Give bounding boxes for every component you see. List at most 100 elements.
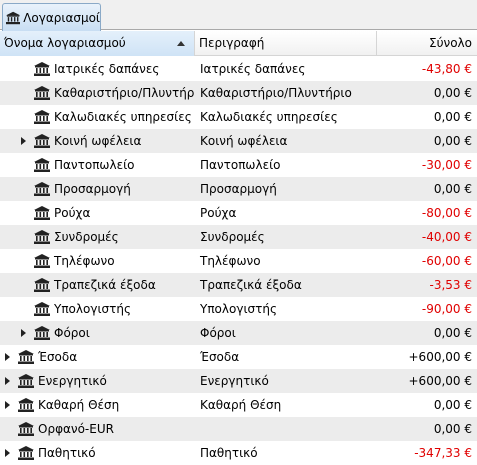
tab-accounts-label: Λογαριασμοί bbox=[23, 10, 100, 25]
bank-icon bbox=[34, 206, 50, 220]
account-row[interactable]: Προσαρμογή Προσαρμογή 0,00 € bbox=[0, 177, 477, 201]
account-description: Συνδρομές bbox=[200, 230, 265, 244]
tab-accounts[interactable]: Λογαριασμοί bbox=[2, 3, 101, 31]
account-row[interactable]: Παντοπωλείο Παντοπωλείο -30,00 € bbox=[0, 153, 477, 177]
account-name-cell: Τραπεζικά έξοδα bbox=[0, 273, 195, 297]
account-row[interactable]: Τραπεζικά έξοδα Τραπεζικά έξοδα -3,53 € bbox=[0, 273, 477, 297]
account-total: -40,00 € bbox=[421, 230, 472, 244]
column-header-name-label: Όνομα λογαριασμού bbox=[4, 36, 126, 50]
account-description: Καθαριστήριο/Πλυντήριο bbox=[200, 86, 352, 100]
account-total: 0,00 € bbox=[433, 182, 472, 196]
account-name: Τραπεζικά έξοδα bbox=[54, 278, 156, 292]
account-row[interactable]: Ορφανό-EUR 0,00 € bbox=[0, 417, 477, 441]
bank-icon bbox=[34, 230, 50, 244]
account-name: Φόροι bbox=[54, 326, 90, 340]
account-total: 0,00 € bbox=[433, 134, 472, 148]
account-total: -347,33 € bbox=[414, 446, 472, 460]
account-name-cell: Συνδρομές bbox=[0, 225, 195, 249]
account-row[interactable]: Παθητικό Παθητικό -347,33 € bbox=[0, 441, 477, 465]
account-total: -30,00 € bbox=[421, 158, 472, 172]
account-description: Παντοπωλείο bbox=[200, 158, 281, 172]
expand-arrow-icon[interactable] bbox=[5, 449, 10, 457]
account-name: Καθαρή Θέση bbox=[38, 398, 120, 412]
account-row[interactable]: Ιατρικές δαπάνες Ιατρικές δαπάνες -43,80… bbox=[0, 57, 477, 81]
account-description: Καθαρή Θέση bbox=[200, 398, 282, 412]
account-description: Τηλέφωνο bbox=[200, 254, 261, 268]
account-name-cell: Ιατρικές δαπάνες bbox=[0, 57, 195, 81]
bank-icon bbox=[18, 446, 34, 460]
expand-arrow-icon[interactable] bbox=[5, 401, 10, 409]
account-name: Συνδρομές bbox=[54, 230, 119, 244]
account-row[interactable]: Έσοδα Έσοδα +600,00 € bbox=[0, 345, 477, 369]
account-name-cell: Ρούχα bbox=[0, 201, 195, 225]
expand-arrow-icon[interactable] bbox=[5, 377, 10, 385]
account-name: Καθαριστήριο/Πλυντήριο bbox=[54, 86, 195, 100]
account-total: 0,00 € bbox=[433, 110, 472, 124]
bank-icon bbox=[18, 350, 34, 364]
tab-bar: Λογαριασμοί bbox=[0, 0, 477, 31]
account-description: Προσαρμογή bbox=[200, 182, 277, 196]
bank-icon bbox=[34, 158, 50, 172]
account-total: 0,00 € bbox=[433, 326, 472, 340]
account-name: Προσαρμογή bbox=[54, 182, 131, 196]
account-total: -43,80 € bbox=[421, 62, 472, 76]
bank-icon bbox=[34, 134, 50, 148]
bank-icon bbox=[34, 110, 50, 124]
account-name: Κοινή ωφέλεια bbox=[54, 134, 142, 148]
expand-arrow-icon[interactable] bbox=[21, 137, 26, 145]
account-description: Ρούχα bbox=[200, 206, 237, 220]
account-description: Ιατρικές δαπάνες bbox=[200, 62, 306, 76]
bank-icon bbox=[18, 422, 34, 436]
account-name: Υπολογιστής bbox=[54, 302, 131, 316]
account-name: Ρούχα bbox=[54, 206, 91, 220]
account-row[interactable]: Φόροι Φόροι 0,00 € bbox=[0, 321, 477, 345]
account-row[interactable]: Ενεργητικό Ενεργητικό +600,00 € bbox=[0, 369, 477, 393]
account-total: -3,53 € bbox=[429, 278, 473, 292]
column-header-name[interactable]: Όνομα λογαριασμού bbox=[0, 31, 195, 56]
account-total: +600,00 € bbox=[408, 374, 473, 388]
account-name: Παντοπωλείο bbox=[54, 158, 135, 172]
column-header-description[interactable]: Περιγραφή bbox=[195, 31, 377, 56]
account-row[interactable]: Καλωδιακές υπηρεσίες Καλωδιακές υπηρεσίε… bbox=[0, 105, 477, 129]
accounts-tree: Ιατρικές δαπάνες Ιατρικές δαπάνες -43,80… bbox=[0, 57, 477, 465]
account-row[interactable]: Ρούχα Ρούχα -80,00 € bbox=[0, 201, 477, 225]
account-total: -90,00 € bbox=[421, 302, 472, 316]
column-header-description-label: Περιγραφή bbox=[199, 36, 265, 50]
bank-icon bbox=[34, 302, 50, 316]
bank-icon bbox=[34, 326, 50, 340]
account-name-cell: Καθαρή Θέση bbox=[0, 393, 195, 417]
account-name: Ενεργητικό bbox=[38, 374, 107, 388]
account-name: Έσοδα bbox=[38, 350, 78, 364]
account-row[interactable]: Καθαριστήριο/Πλυντήριο Καθαριστήριο/Πλυν… bbox=[0, 81, 477, 105]
account-total: -80,00 € bbox=[421, 206, 472, 220]
account-row[interactable]: Υπολογιστής Υπολογιστής -90,00 € bbox=[0, 297, 477, 321]
account-row[interactable]: Καθαρή Θέση Καθαρή Θέση 0,00 € bbox=[0, 393, 477, 417]
account-name-cell: Καθαριστήριο/Πλυντήριο bbox=[0, 81, 195, 105]
bank-icon bbox=[34, 254, 50, 268]
bank-icon bbox=[18, 398, 34, 412]
column-header-row: Όνομα λογαριασμού Περιγραφή Σύνολο bbox=[0, 31, 477, 56]
account-total: -60,00 € bbox=[421, 254, 472, 268]
account-description: Τραπεζικά έξοδα bbox=[200, 278, 302, 292]
bank-icon bbox=[18, 374, 34, 388]
account-row[interactable]: Κοινή ωφέλεια Κοινή ωφέλεια 0,00 € bbox=[0, 129, 477, 153]
account-row[interactable]: Τηλέφωνο Τηλέφωνο -60,00 € bbox=[0, 249, 477, 273]
account-total: 0,00 € bbox=[433, 86, 472, 100]
account-description: Υπολογιστής bbox=[200, 302, 277, 316]
account-description: Κοινή ωφέλεια bbox=[200, 134, 288, 148]
account-row[interactable]: Συνδρομές Συνδρομές -40,00 € bbox=[0, 225, 477, 249]
bank-icon bbox=[34, 62, 50, 76]
column-header-total[interactable]: Σύνολο bbox=[377, 31, 477, 56]
account-name: Ορφανό-EUR bbox=[38, 422, 114, 436]
account-name: Τηλέφωνο bbox=[54, 254, 115, 268]
account-name-cell: Τηλέφωνο bbox=[0, 249, 195, 273]
expand-arrow-icon[interactable] bbox=[5, 353, 10, 361]
account-total: +600,00 € bbox=[408, 350, 473, 364]
bank-icon bbox=[34, 86, 50, 100]
expand-arrow-icon[interactable] bbox=[21, 329, 26, 337]
account-name: Καλωδιακές υπηρεσίες bbox=[54, 110, 192, 124]
account-total: 0,00 € bbox=[433, 422, 472, 436]
account-description: Ενεργητικό bbox=[200, 374, 269, 388]
account-name-cell: Υπολογιστής bbox=[0, 297, 195, 321]
account-name-cell: Φόροι bbox=[0, 321, 195, 345]
